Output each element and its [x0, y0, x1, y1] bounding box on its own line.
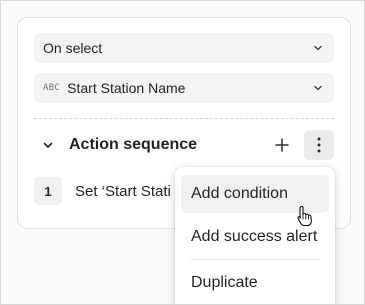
screenshot-frame: On select ABC Start Station Name Action …: [0, 0, 365, 305]
menu-divider: [191, 259, 319, 260]
chevron-down-icon: [312, 42, 324, 54]
plus-icon: [275, 138, 289, 152]
trigger-select[interactable]: On select: [34, 33, 334, 63]
add-action-button[interactable]: [270, 133, 294, 157]
trigger-select-value: On select: [43, 40, 103, 56]
chevron-down-icon: [312, 82, 324, 94]
hand-pointer-icon: [297, 205, 312, 227]
kebab-icon: [317, 137, 321, 153]
menu-item-duplicate[interactable]: Duplicate: [181, 264, 329, 302]
text-type-icon: ABC: [43, 83, 61, 93]
field-select-value: Start Station Name: [67, 80, 186, 96]
more-options-button[interactable]: [304, 130, 334, 160]
action-sequence-title: Action sequence: [69, 136, 198, 153]
step-label: Set ‘Start Stati: [75, 182, 171, 200]
step-number: 1: [34, 177, 62, 205]
dashed-divider: [34, 118, 334, 119]
context-menu: Add condition Add success alert Duplicat…: [175, 167, 335, 304]
action-sequence-header: Action sequence: [34, 130, 334, 160]
chevron-down-icon[interactable]: [38, 135, 58, 155]
field-select[interactable]: ABC Start Station Name: [34, 73, 334, 103]
